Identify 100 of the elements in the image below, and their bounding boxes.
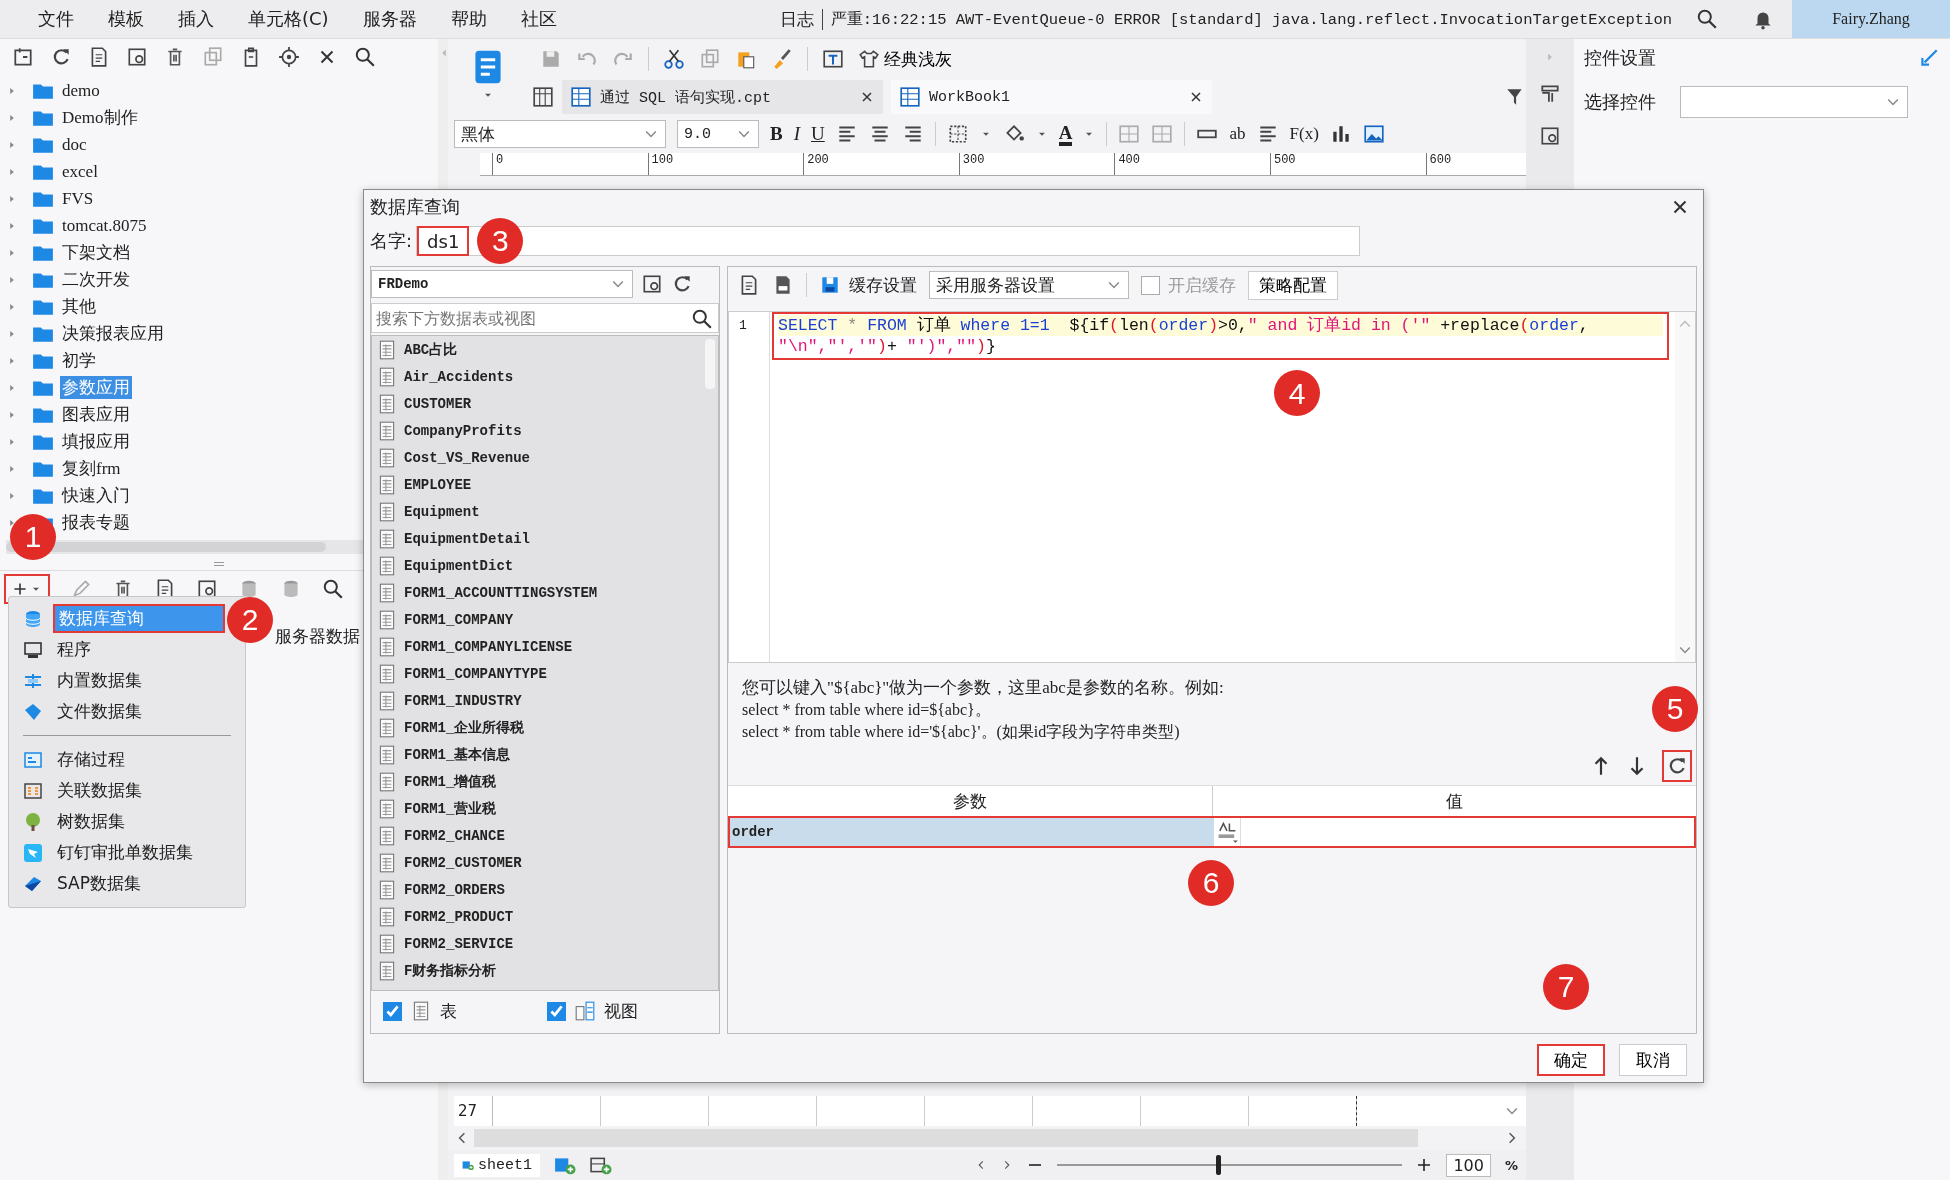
tree-item[interactable]: 填报应用: [60, 430, 132, 453]
font-size-select[interactable]: 9.0: [677, 120, 759, 148]
table-item[interactable]: FORM1_增值税: [404, 772, 497, 791]
scrollbar[interactable]: [474, 1129, 1418, 1147]
theme-button[interactable]: 经典浅灰: [858, 47, 952, 71]
dataset-item[interactable]: 服务器数据: [275, 626, 360, 646]
table-item[interactable]: F财务指标分析: [404, 961, 497, 980]
sheet-icon: [899, 86, 921, 108]
format-button[interactable]: I: [793, 123, 800, 145]
font-color-button[interactable]: A: [1058, 122, 1073, 146]
menu-item[interactable]: 服务器: [362, 7, 417, 31]
menu-item[interactable]: 帮助: [450, 7, 487, 31]
table-item[interactable]: CUSTOMER: [404, 395, 472, 412]
menu-item[interactable]: 文件数据集: [53, 699, 146, 724]
table-item[interactable]: EquipmentDict: [404, 557, 514, 574]
table-item[interactable]: FORM1_INDUSTRY: [404, 692, 522, 709]
table-item[interactable]: ABC占比: [404, 340, 458, 359]
new-file-icon[interactable]: [12, 46, 34, 68]
text-frame-icon[interactable]: [822, 48, 844, 70]
menu-item[interactable]: 钉钉审批单数据集: [53, 840, 197, 865]
tree-item[interactable]: excel: [60, 161, 100, 182]
menu-item[interactable]: SAP数据集: [53, 871, 145, 896]
menu-item[interactable]: 模板: [108, 7, 144, 31]
menu-item[interactable]: 内置数据集: [53, 668, 146, 693]
tree-item[interactable]: 下架文档: [60, 241, 132, 264]
tree-item[interactable]: 二次开发: [60, 268, 132, 291]
callout-badge: 6: [1188, 860, 1234, 906]
user-name[interactable]: Fairy.Zhang: [1792, 0, 1950, 38]
connection-select[interactable]: FRDemo: [371, 270, 633, 298]
table-item[interactable]: FORM2_ORDERS: [404, 881, 505, 898]
file-tab[interactable]: WorkBook1: [891, 80, 1212, 114]
tree-item[interactable]: 决策报表应用: [60, 322, 166, 345]
tree-item[interactable]: doc: [60, 134, 89, 155]
font-select[interactable]: 黑体: [454, 120, 666, 148]
tree-item[interactable]: 图表应用: [60, 403, 132, 426]
table-item[interactable]: FORM2_SERVICE: [404, 935, 514, 952]
table-item[interactable]: FORM1_基本信息: [404, 745, 511, 764]
splitter-handle[interactable]: [214, 562, 224, 566]
table-item[interactable]: Equipment: [404, 503, 480, 520]
tree-item[interactable]: 快速入门: [60, 484, 132, 507]
menu-item[interactable]: 社区: [520, 7, 557, 31]
menu-item[interactable]: 文件: [38, 7, 74, 31]
tree-item[interactable]: 初学: [60, 349, 98, 372]
checkbox[interactable]: [1141, 275, 1160, 295]
tree-item[interactable]: FVS: [60, 188, 96, 209]
menu-item[interactable]: 关联数据集: [53, 778, 146, 803]
checkbox[interactable]: [383, 1001, 402, 1021]
log-label[interactable]: 日志: [779, 7, 814, 31]
search-icon[interactable]: [1696, 8, 1718, 30]
table-item[interactable]: FORM1_COMPANYTYPE: [404, 665, 547, 682]
scissors-icon[interactable]: [663, 48, 685, 70]
table-item[interactable]: FORM2_CUSTOMER: [404, 854, 522, 871]
table-item[interactable]: CompanyProfits: [404, 422, 522, 439]
menu-item[interactable]: 树数据集: [53, 809, 129, 834]
cancel-button[interactable]: 取消: [1619, 1044, 1687, 1076]
table-item[interactable]: FORM2_CHANCE: [404, 827, 505, 844]
table-item[interactable]: Air_Accidents: [404, 368, 514, 385]
zoom-field[interactable]: 100: [1446, 1153, 1491, 1177]
tree-item[interactable]: tomcat.8075: [60, 215, 149, 236]
tree-item[interactable]: demo: [60, 80, 102, 101]
checkbox[interactable]: [547, 1001, 566, 1021]
file-tab[interactable]: 通过 SQL 语句实现.cpt: [562, 80, 883, 114]
zoom-slider-thumb[interactable]: [1216, 1155, 1222, 1175]
search-icon[interactable]: [322, 578, 344, 600]
table-item[interactable]: FORM1_营业税: [404, 799, 497, 818]
sql-editor[interactable]: 1 SELECT * FROM 订单 where 1=1 ${if(len(order)>0," and 订单id in ('" +replace(order, "\n","','")+ "')","")} 4: [728, 311, 1696, 663]
table-item[interactable]: EMPLOYEE: [404, 476, 472, 493]
strategy-button[interactable]: 策略配置: [1248, 270, 1338, 300]
image-icon[interactable]: [1362, 123, 1385, 145]
menu-item[interactable]: 存储过程: [53, 747, 129, 772]
text-button[interactable]: ab: [1229, 124, 1246, 144]
tree-item[interactable]: 其他: [60, 295, 98, 318]
formula-button[interactable]: F(x): [1289, 124, 1319, 144]
search-icon[interactable]: [354, 46, 376, 68]
target-icon[interactable]: [278, 46, 300, 68]
table-item[interactable]: FORM1_ACCOUNTTINGSYSTEM: [404, 584, 598, 601]
search-field[interactable]: 搜索下方数据表或视图: [371, 303, 719, 333]
menu-item[interactable]: 单元格(C): [248, 7, 329, 31]
column-header: 值: [1444, 790, 1464, 813]
table-item[interactable]: EquipmentDetail: [404, 530, 531, 547]
resize-icon[interactable]: [1918, 47, 1940, 69]
table-item[interactable]: FORM1_企业所得税: [404, 718, 525, 737]
tree-item[interactable]: Demo制作: [60, 106, 140, 129]
format-button[interactable]: B: [770, 123, 783, 145]
table-item[interactable]: FORM1_COMPANY: [404, 611, 514, 628]
table-item[interactable]: FORM1_COMPANYLICENSE: [404, 638, 573, 655]
format-button[interactable]: U: [811, 123, 825, 145]
border-icon[interactable]: [946, 123, 969, 145]
tree-item[interactable]: 复刻frm: [60, 457, 123, 480]
menu-item[interactable]: 插入: [178, 7, 214, 31]
cache-icon[interactable]: [819, 274, 841, 296]
brush-icon[interactable]: [771, 48, 793, 70]
tree-item[interactable]: 报表专题: [60, 511, 132, 534]
sheet-tab[interactable]: sheet1: [454, 1153, 540, 1177]
table-item[interactable]: Cost_VS_Revenue: [404, 449, 531, 466]
grid-icon[interactable]: [532, 86, 554, 108]
cache-select[interactable]: 采用服务器设置: [929, 271, 1129, 299]
table-cell[interactable]: order: [730, 818, 1214, 846]
table-item[interactable]: FORM2_PRODUCT: [404, 908, 514, 925]
zoom-in-icon[interactable]: [1416, 1157, 1433, 1173]
